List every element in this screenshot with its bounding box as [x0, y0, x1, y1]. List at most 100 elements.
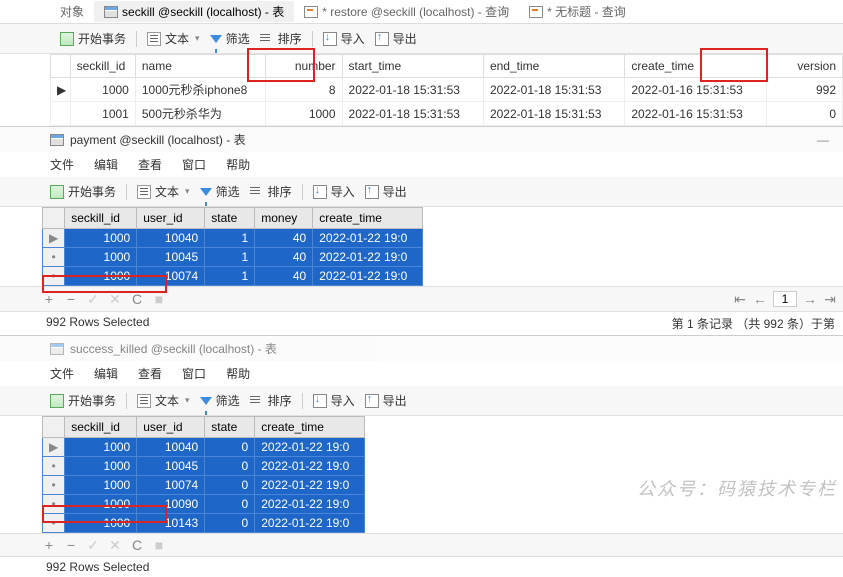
cancel-button[interactable]: ✕ [108, 292, 122, 306]
sort-button[interactable]: 排序 [260, 30, 302, 47]
page-input[interactable] [773, 291, 797, 307]
cell[interactable]: 10074 [137, 267, 205, 286]
minimize-button[interactable]: — [817, 133, 829, 147]
cell[interactable]: 0 [205, 514, 255, 533]
cell[interactable]: 1000 [65, 229, 137, 248]
menu-file[interactable]: 文件 [50, 365, 74, 382]
add-row-button[interactable]: + [42, 292, 56, 306]
cell[interactable]: 2022-01-18 15:31:53 [483, 102, 624, 126]
table-row[interactable]: 1001 500元秒杀华为 1000 2022-01-18 15:31:53 2… [51, 102, 843, 126]
add-row-button[interactable]: + [42, 538, 56, 552]
cell[interactable]: 1000 [65, 438, 137, 457]
col-state[interactable]: state [205, 208, 255, 229]
table-row[interactable]: •10001004502022-01-22 19:0 [43, 457, 365, 476]
cell[interactable]: 2022-01-22 19:0 [313, 229, 423, 248]
tab-seckill[interactable]: seckill @seckill (localhost) - 表 [94, 1, 294, 22]
menu-window[interactable]: 窗口 [182, 156, 206, 173]
cell[interactable]: 0 [205, 495, 255, 514]
cell[interactable]: 1000 [65, 267, 137, 286]
delete-row-button[interactable]: − [64, 538, 78, 552]
cell[interactable]: 1001 [70, 102, 135, 126]
col-number[interactable]: number [266, 55, 342, 78]
cell[interactable]: 992 [766, 78, 842, 102]
import-button[interactable]: 导入 [313, 392, 355, 409]
cell[interactable]: 1000 [266, 102, 342, 126]
col-seckill-id[interactable]: seckill_id [65, 208, 137, 229]
filter-button[interactable]: 筛选 [200, 392, 240, 409]
begin-transaction-button[interactable]: 开始事务 [50, 392, 116, 409]
col-state[interactable]: state [205, 417, 255, 438]
stop-button[interactable]: ■ [152, 292, 166, 306]
commit-button[interactable]: ✓ [86, 292, 100, 306]
cell[interactable]: 10045 [137, 248, 205, 267]
filter-button[interactable]: 筛选 [200, 183, 240, 200]
cancel-button[interactable]: ✕ [108, 538, 122, 552]
cell[interactable]: 2022-01-16 15:31:53 [625, 78, 766, 102]
export-button[interactable]: 导出 [365, 392, 407, 409]
table-row[interactable]: ▶10001004002022-01-22 19:0 [43, 438, 365, 457]
table-row[interactable]: ▶ 1000 1000元秒杀iphone8 8 2022-01-18 15:31… [51, 78, 843, 102]
sort-button[interactable]: 排序 [250, 183, 292, 200]
text-view-button[interactable]: 文本 [147, 30, 200, 47]
table-row[interactable]: •10001014302022-01-22 19:0 [43, 514, 365, 533]
cell[interactable]: 1000 [70, 78, 135, 102]
cell[interactable]: 1000 [65, 248, 137, 267]
menu-edit[interactable]: 编辑 [94, 156, 118, 173]
filter-button[interactable]: 筛选 [210, 30, 250, 47]
table-row[interactable]: ▶1000100401402022-01-22 19:0 [43, 229, 423, 248]
col-create-time[interactable]: create_time [313, 208, 423, 229]
text-view-button[interactable]: 文本 [137, 392, 190, 409]
col-user-id[interactable]: user_id [137, 417, 205, 438]
menu-help[interactable]: 帮助 [226, 156, 250, 173]
cell[interactable]: 10040 [137, 229, 205, 248]
first-page-button[interactable]: ⇤ [733, 292, 747, 306]
col-start-time[interactable]: start_time [342, 55, 483, 78]
menu-window[interactable]: 窗口 [182, 365, 206, 382]
payment-grid[interactable]: seckill_id user_id state money create_ti… [42, 207, 423, 286]
prev-page-button[interactable]: ← [753, 292, 767, 306]
cell[interactable]: 10040 [137, 438, 205, 457]
cell[interactable]: 2022-01-22 19:0 [255, 438, 365, 457]
cell[interactable]: 2022-01-22 19:0 [255, 476, 365, 495]
col-money[interactable]: money [255, 208, 313, 229]
cell[interactable]: 0 [205, 438, 255, 457]
success-killed-grid[interactable]: seckill_id user_id state create_time ▶10… [42, 416, 365, 533]
cell[interactable]: 1000 [65, 514, 137, 533]
cell[interactable]: 1 [205, 267, 255, 286]
cell[interactable]: 0 [205, 476, 255, 495]
table-row[interactable]: •10001009002022-01-22 19:0 [43, 495, 365, 514]
cell[interactable]: 10143 [137, 514, 205, 533]
text-view-button[interactable]: 文本 [137, 183, 190, 200]
next-page-button[interactable]: → [803, 292, 817, 306]
cell[interactable]: 40 [255, 267, 313, 286]
refresh-button[interactable]: C [130, 538, 144, 552]
seckill-grid[interactable]: seckill_id name number start_time end_ti… [50, 54, 843, 126]
cell[interactable]: 10074 [137, 476, 205, 495]
tab-objects[interactable]: 对象 [0, 1, 94, 22]
commit-button[interactable]: ✓ [86, 538, 100, 552]
cell[interactable]: 1 [205, 248, 255, 267]
col-seckill-id[interactable]: seckill_id [70, 55, 135, 78]
cell[interactable]: 1000 [65, 495, 137, 514]
col-create-time[interactable]: create_time [625, 55, 766, 78]
stop-button[interactable]: ■ [152, 538, 166, 552]
cell[interactable]: 1000 [65, 457, 137, 476]
cell[interactable]: 1000 [65, 476, 137, 495]
menu-view[interactable]: 查看 [138, 156, 162, 173]
cell[interactable]: 10090 [137, 495, 205, 514]
import-button[interactable]: 导入 [313, 183, 355, 200]
cell[interactable]: 2022-01-22 19:0 [255, 495, 365, 514]
delete-row-button[interactable]: − [64, 292, 78, 306]
table-row[interactable]: •1000100451402022-01-22 19:0 [43, 248, 423, 267]
tab-untitled[interactable]: * 无标题 - 查询 [519, 1, 636, 22]
sort-button[interactable]: 排序 [250, 392, 292, 409]
import-button[interactable]: 导入 [323, 30, 365, 47]
col-name[interactable]: name [135, 55, 266, 78]
last-page-button[interactable]: ⇥ [823, 292, 837, 306]
tab-restore[interactable]: * restore @seckill (localhost) - 查询 [294, 1, 519, 22]
cell[interactable]: 1000元秒杀iphone8 [135, 78, 266, 102]
col-seckill-id[interactable]: seckill_id [65, 417, 137, 438]
cell[interactable]: 2022-01-16 15:31:53 [625, 102, 766, 126]
menu-help[interactable]: 帮助 [226, 365, 250, 382]
menu-edit[interactable]: 编辑 [94, 365, 118, 382]
